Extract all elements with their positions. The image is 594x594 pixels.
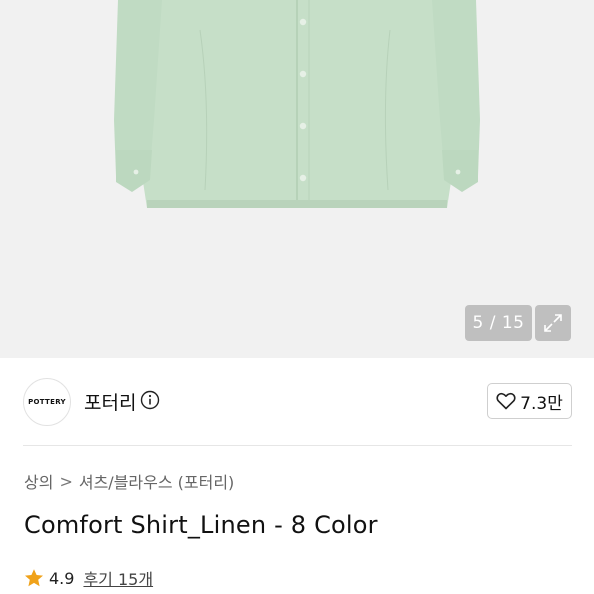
breadcrumb-subcategory[interactable]: 셔츠/블라우스 (포터리) — [79, 469, 234, 493]
rating-score: 4.9 — [49, 568, 75, 588]
section-divider — [23, 445, 572, 446]
brand-logo-text: POTTERY — [28, 398, 66, 406]
image-page-counter: 5 / 15 — [465, 305, 532, 341]
rating-row: 4.9 후기 15개 — [24, 566, 153, 590]
breadcrumb: 상의 > 셔츠/블라우스 (포터리) — [24, 469, 234, 493]
reviews-link[interactable]: 후기 15개 — [83, 566, 153, 590]
brand-logo[interactable]: POTTERY — [23, 378, 71, 426]
info-icon[interactable] — [140, 390, 160, 410]
breadcrumb-separator: > — [59, 471, 73, 491]
breadcrumb-category[interactable]: 상의 — [24, 469, 53, 493]
product-title: Comfort Shirt_Linen - 8 Color — [24, 511, 378, 539]
product-image-gallery[interactable]: 5 / 15 — [0, 0, 594, 358]
like-count: 7.3만 — [520, 393, 563, 414]
brand-row: POTTERY 포터리 7.3만 — [0, 358, 594, 446]
heart-icon — [496, 392, 516, 410]
brand-name[interactable]: 포터리 — [84, 388, 136, 415]
star-icon — [25, 569, 43, 587]
like-button[interactable]: 7.3만 — [487, 383, 572, 419]
expand-image-button[interactable] — [535, 305, 571, 341]
expand-icon — [544, 314, 562, 332]
